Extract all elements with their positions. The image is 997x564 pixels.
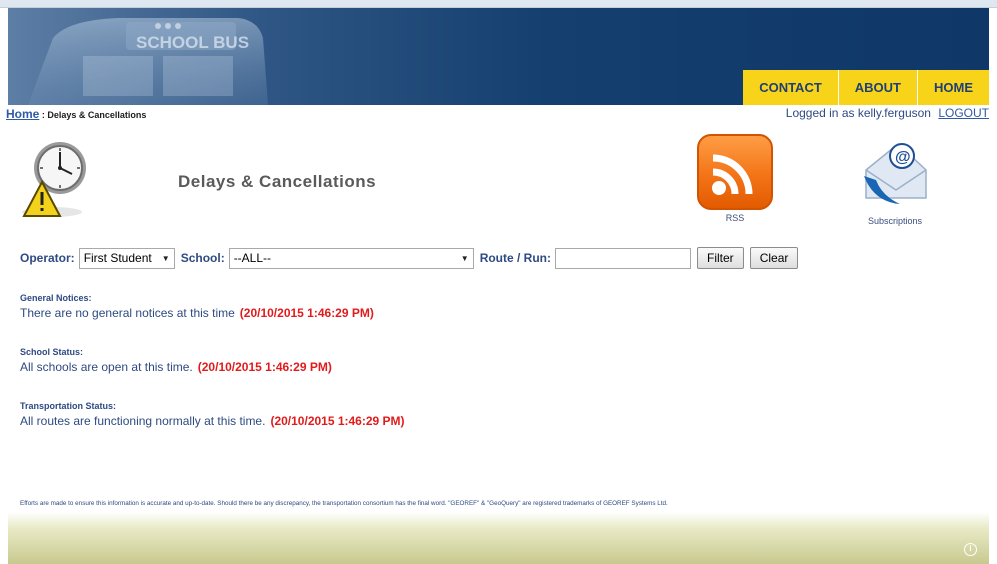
chevron-down-icon: ▼ (460, 253, 469, 263)
breadcrumb-current: Delays & Cancellations (47, 110, 147, 120)
subscriptions-label: Subscriptions (867, 216, 923, 226)
alarm-clock-warning-icon (20, 138, 92, 220)
school-select-value: --ALL-- (233, 251, 272, 265)
email-subscription-icon: @ (864, 143, 927, 204)
footer-disclaimer: Efforts are made to ensure this informat… (20, 500, 668, 507)
nav-about[interactable]: ABOUT (837, 70, 917, 105)
school-select[interactable]: --ALL-- ▼ (228, 247, 474, 269)
general-notices-section: General Notices: There are no general no… (20, 293, 374, 320)
clear-button[interactable]: Clear (749, 247, 799, 269)
header-banner: SCHOOL BUS CONTACT ABOUT HOME (8, 8, 989, 105)
general-notices-heading: General Notices: (20, 293, 92, 303)
breadcrumb-home-link[interactable]: Home (6, 107, 39, 121)
school-status-timestamp: (20/10/2015 1:46:29 PM) (197, 360, 332, 374)
rss-link[interactable]: RSS (695, 134, 775, 226)
info-icon[interactable]: i (964, 543, 977, 556)
school-label: School: (180, 251, 225, 265)
filter-bar: Operator: First Student ▼ School: --ALL-… (20, 246, 804, 270)
transportation-status-text-row: All routes are functioning normally at t… (20, 414, 405, 428)
page-title: Delays & Cancellations (178, 172, 377, 191)
school-status-section: School Status: All schools are open at t… (20, 347, 332, 374)
footer-bar: i (8, 512, 989, 564)
filter-button[interactable]: Filter (697, 247, 744, 269)
logout-link[interactable]: LOGOUT (938, 106, 989, 120)
general-notices-text-row: There are no general notices at this tim… (20, 306, 374, 320)
school-status-text: All schools are open at this time. (20, 360, 193, 374)
operator-select[interactable]: First Student ▼ (78, 247, 175, 269)
chevron-down-icon: ▼ (161, 253, 170, 263)
transportation-status-heading: Transportation Status: (20, 401, 117, 411)
login-info: Logged in as kelly.ferguson LOGOUT (786, 106, 989, 120)
rss-label: RSS (725, 213, 745, 223)
school-bus-graphic: SCHOOL BUS (28, 18, 268, 105)
rss-icon (697, 134, 773, 210)
transportation-status-timestamp: (20/10/2015 1:46:29 PM) (270, 414, 405, 428)
route-run-input[interactable] (555, 247, 692, 269)
school-status-heading: School Status: (20, 347, 84, 357)
bus-sign-text: SCHOOL BUS (136, 33, 249, 52)
svg-text:@: @ (895, 149, 911, 166)
general-notices-text: There are no general notices at this tim… (20, 306, 235, 320)
subscriptions-link[interactable]: @ Subscriptions (850, 136, 940, 226)
school-status-text-row: All schools are open at this time. (20/10… (20, 360, 332, 374)
top-nav: CONTACT ABOUT HOME (743, 70, 989, 105)
window-top-strip (0, 0, 997, 8)
transportation-status-text: All routes are functioning normally at t… (20, 414, 266, 428)
breadcrumb: Home : Delays & Cancellations (6, 107, 146, 121)
operator-label: Operator: (20, 251, 75, 265)
transportation-status-section: Transportation Status: All routes are fu… (20, 401, 405, 428)
general-notices-timestamp: (20/10/2015 1:46:29 PM) (239, 306, 374, 320)
nav-contact[interactable]: CONTACT (743, 70, 838, 105)
logged-in-text: Logged in as kelly.ferguson (785, 106, 931, 120)
operator-select-value: First Student (83, 251, 152, 265)
route-run-label: Route / Run: (479, 251, 552, 265)
nav-home[interactable]: HOME (917, 70, 989, 105)
